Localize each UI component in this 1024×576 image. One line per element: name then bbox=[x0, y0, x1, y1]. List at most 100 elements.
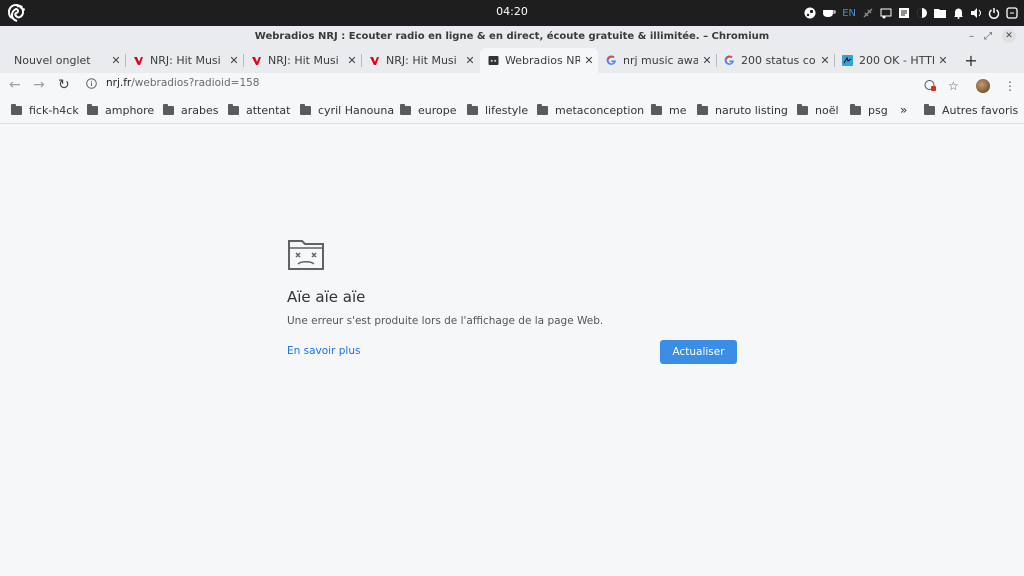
reload-button[interactable]: ↻ bbox=[58, 77, 70, 93]
bookmark-label: psg bbox=[868, 104, 888, 117]
tab-2[interactable]: NRJ: Hit Musi ✕ bbox=[243, 48, 361, 73]
network-off-icon[interactable] bbox=[862, 4, 874, 22]
tab-label: 200 OK - HTTP bbox=[859, 54, 934, 67]
site-settings-icon[interactable] bbox=[924, 79, 937, 95]
info-icon[interactable] bbox=[86, 77, 97, 89]
window-title-bar[interactable]: Webradios NRJ : Ecouter radio en ligne &… bbox=[0, 26, 1024, 48]
url-path: /webradios?radioid=158 bbox=[131, 77, 260, 89]
bookmark-folder[interactable]: cyril Hanouna bbox=[300, 104, 394, 117]
bookmark-label: me bbox=[669, 104, 687, 117]
close-window-button[interactable]: ✕ bbox=[1002, 29, 1016, 43]
bookmark-label: cyril Hanouna bbox=[318, 104, 395, 117]
tab-close-icon[interactable]: ✕ bbox=[225, 54, 243, 67]
tab-7[interactable]: 200 OK - HTTP ✕ bbox=[834, 48, 952, 73]
bookmark-label: arabes bbox=[181, 104, 219, 117]
address-bar[interactable]: nrj.fr/webradios?radioid=158 bbox=[86, 77, 259, 89]
window-controls: – ⤢ ✕ bbox=[969, 29, 1016, 43]
folder-icon bbox=[651, 104, 662, 115]
error-title: Aïe aïe aïe bbox=[287, 288, 366, 306]
back-button[interactable]: ← bbox=[9, 77, 21, 93]
new-tab-button[interactable]: + bbox=[962, 51, 980, 70]
coffee-cup-icon[interactable] bbox=[822, 4, 836, 22]
settings-toggle-icon[interactable] bbox=[1006, 4, 1018, 22]
tab-6[interactable]: 200 status co ✕ bbox=[716, 48, 834, 73]
google-icon bbox=[724, 55, 734, 65]
bookmark-label: noël bbox=[815, 104, 839, 117]
learn-more-link[interactable]: En savoir plus bbox=[287, 345, 360, 357]
folder-icon bbox=[697, 104, 708, 115]
folder-icon bbox=[228, 104, 239, 115]
tab-strip: Nouvel onglet ✕ NRJ: Hit Musi ✕ NRJ: Hit… bbox=[0, 48, 1024, 73]
tab-5[interactable]: nrj music awa ✕ bbox=[598, 48, 716, 73]
notes-icon[interactable] bbox=[898, 4, 910, 22]
folder-icon bbox=[850, 104, 861, 115]
tab-close-icon[interactable]: ✕ bbox=[343, 54, 361, 67]
menu-kebab-icon[interactable]: ⋮ bbox=[1004, 79, 1016, 93]
keyboard-layout-indicator[interactable]: EN bbox=[842, 4, 856, 22]
bookmark-folder[interactable]: attentat bbox=[228, 104, 290, 117]
tab-label: NRJ: Hit Musi bbox=[386, 54, 457, 67]
tab-0[interactable]: Nouvel onglet ✕ bbox=[0, 48, 125, 73]
tab-1[interactable]: NRJ: Hit Musi ✕ bbox=[125, 48, 243, 73]
nrj-icon bbox=[134, 57, 143, 65]
tab-3[interactable]: NRJ: Hit Musi ✕ bbox=[361, 48, 479, 73]
profile-avatar[interactable] bbox=[976, 79, 990, 93]
sad-tab-icon bbox=[288, 240, 324, 270]
volume-icon[interactable] bbox=[970, 4, 982, 22]
bookmark-label: Autres favoris bbox=[942, 104, 1019, 117]
bookmark-folder[interactable]: metaconception bbox=[537, 104, 644, 117]
error-message: Une erreur s'est produite lors de l'affi… bbox=[287, 315, 604, 327]
tab-close-icon[interactable]: ✕ bbox=[934, 54, 952, 67]
notification-bell-icon[interactable] bbox=[952, 4, 964, 22]
bookmark-folder[interactable]: me bbox=[651, 104, 686, 117]
maximize-button[interactable]: ⤢ bbox=[984, 31, 992, 42]
bookmark-folder[interactable]: amphore bbox=[87, 104, 154, 117]
tab-close-icon[interactable]: ✕ bbox=[107, 54, 125, 67]
bookmark-folder[interactable]: psg bbox=[850, 104, 888, 117]
night-mode-icon[interactable] bbox=[916, 4, 928, 22]
power-icon[interactable] bbox=[988, 4, 1000, 22]
bookmarks-overflow-button[interactable]: » bbox=[900, 103, 907, 117]
tab-label: NRJ: Hit Musi bbox=[268, 54, 339, 67]
nrj-icon bbox=[252, 57, 261, 65]
bookmark-label: lifestyle bbox=[485, 104, 529, 117]
tab-close-icon[interactable]: ✕ bbox=[580, 54, 598, 67]
forward-button[interactable]: → bbox=[33, 77, 45, 93]
other-bookmarks-folder[interactable]: Autres favoris bbox=[924, 104, 1018, 117]
tab-close-icon[interactable]: ✕ bbox=[461, 54, 479, 67]
reload-page-button[interactable]: Actualiser bbox=[660, 340, 737, 364]
tab-label: 200 status co bbox=[741, 54, 816, 67]
tab-close-icon[interactable]: ✕ bbox=[816, 54, 834, 67]
page-content: Aïe aïe aïe Une erreur s'est produite lo… bbox=[0, 124, 1024, 576]
bookmarks-bar: fick-h4ck amphore arabes attentat cyril … bbox=[0, 99, 1024, 124]
minimize-button[interactable]: – bbox=[969, 31, 974, 42]
steam-icon[interactable] bbox=[804, 4, 816, 22]
window-title: Webradios NRJ : Ecouter radio en ligne &… bbox=[254, 31, 770, 42]
system-top-bar: 04:20 EN bbox=[0, 0, 1024, 26]
folder-icon bbox=[300, 104, 311, 115]
bookmark-label: attentat bbox=[246, 104, 291, 117]
bookmark-label: naruto listing bbox=[715, 104, 788, 117]
tab-label: nrj music awa bbox=[623, 54, 698, 67]
folder-icon bbox=[400, 104, 411, 115]
mdn-icon bbox=[842, 55, 853, 66]
tab-4-active[interactable]: Webradios NR ✕ bbox=[480, 48, 598, 73]
nrj-icon bbox=[370, 57, 379, 65]
bookmark-label: metaconception bbox=[555, 104, 645, 117]
folder-icon bbox=[924, 104, 935, 115]
bookmark-folder[interactable]: noël bbox=[797, 104, 839, 117]
bookmark-folder[interactable]: arabes bbox=[163, 104, 219, 117]
tab-close-icon[interactable]: ✕ bbox=[698, 54, 716, 67]
bookmark-star-icon[interactable]: ☆ bbox=[948, 79, 959, 93]
tab-label: Webradios NR bbox=[505, 54, 580, 67]
sad-page-icon bbox=[488, 56, 499, 65]
folder-icon bbox=[797, 104, 808, 115]
bookmark-folder[interactable]: fick-h4ck bbox=[11, 104, 79, 117]
bookmark-folder[interactable]: europe bbox=[400, 104, 457, 117]
folder-icon[interactable] bbox=[934, 4, 946, 22]
bookmark-folder[interactable]: lifestyle bbox=[467, 104, 528, 117]
screen-capture-icon[interactable] bbox=[880, 4, 892, 22]
bookmark-folder[interactable]: naruto listing bbox=[697, 104, 788, 117]
tab-label: NRJ: Hit Musi bbox=[150, 54, 221, 67]
bookmark-label: europe bbox=[418, 104, 457, 117]
